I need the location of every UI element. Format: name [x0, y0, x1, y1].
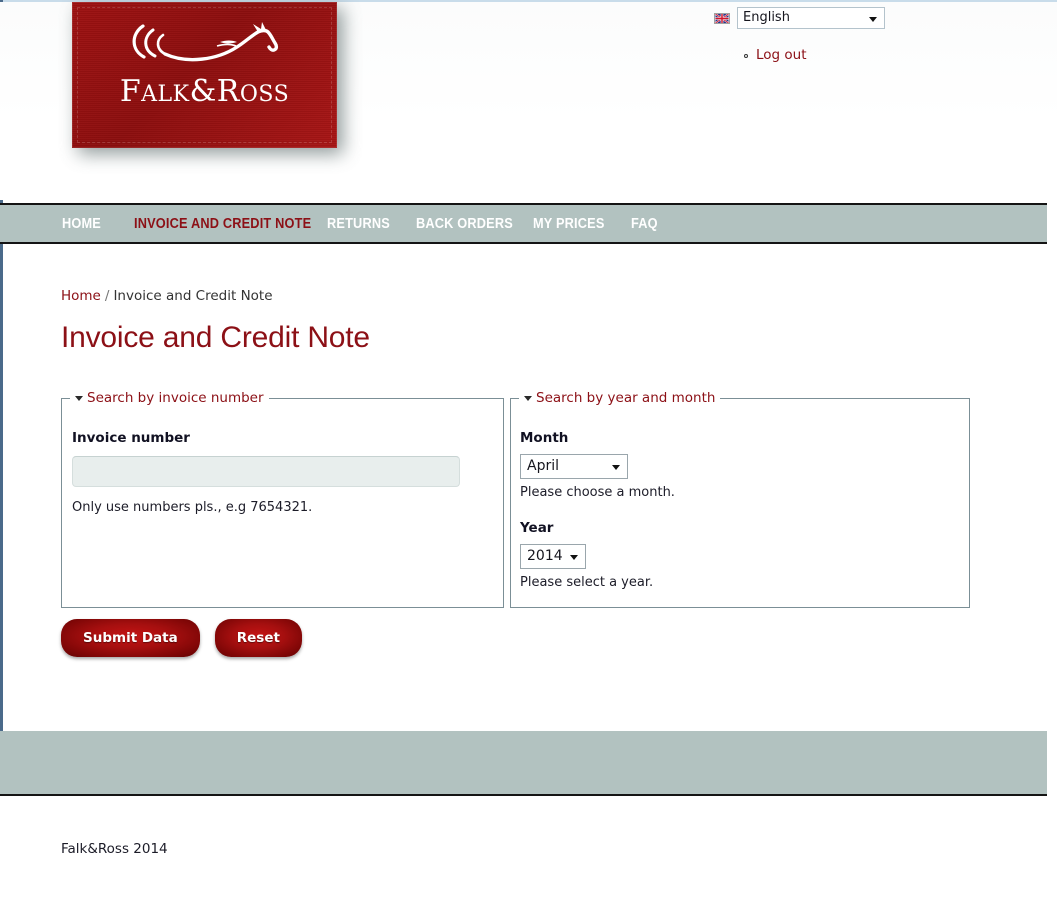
year-label: Year: [520, 520, 554, 536]
date-search-legend-label: Search by year and month: [536, 390, 716, 406]
main-content: Home / Invoice and Credit Note Invoice and…: [4, 246, 1057, 730]
page-root: FALK&ROSS English Log out HOME INVOICE A…: [0, 0, 1057, 917]
collapse-toggle-icon[interactable]: [75, 395, 83, 401]
month-label: Month: [520, 430, 569, 446]
collapse-toggle-icon[interactable]: [524, 395, 532, 401]
submit-data-button[interactable]: Submit Data: [61, 619, 200, 657]
year-month-search-panel: Search by year and month Month April Ple…: [510, 390, 970, 608]
month-select-value: April: [527, 458, 559, 474]
year-select[interactable]: 2014: [520, 544, 586, 569]
site-header: FALK&ROSS English Log out: [0, 2, 1057, 200]
logo-wordmark: FALK&ROSS: [119, 74, 290, 109]
invoice-search-legend-label: Search by invoice number: [87, 390, 264, 406]
chevron-down-icon: [612, 465, 620, 470]
logo-plate: FALK&ROSS: [72, 2, 337, 148]
invoice-search-legend: Search by invoice number: [70, 390, 269, 406]
brand-logo[interactable]: FALK&ROSS: [72, 2, 343, 154]
footer-copyright: Falk&Ross 2014: [61, 841, 168, 857]
horse-icon: [132, 22, 278, 62]
main-navigation: HOME INVOICE AND CREDIT NOTE RETURNS BACK O…: [0, 203, 1047, 244]
logout-link[interactable]: Log out: [756, 47, 807, 63]
page-background-gradient: [0, 798, 1057, 917]
chevron-down-icon: [569, 555, 578, 560]
nav-item-returns[interactable]: RETURNS: [327, 216, 390, 232]
invoice-number-hint: Only use numbers pls., e.g 7654321.: [72, 500, 313, 515]
invoice-number-label: Invoice number: [72, 430, 190, 446]
list-item: Log out: [744, 47, 807, 63]
uk-flag-icon: [714, 12, 730, 24]
language-select[interactable]: English: [737, 7, 885, 29]
breadcrumb-home-link[interactable]: Home: [61, 288, 101, 304]
language-select-value: English: [743, 10, 790, 25]
nav-item-invoice-and-credit-note[interactable]: INVOICE AND CREDIT NOTE: [134, 216, 311, 232]
page-title: Invoice and Credit Note: [61, 321, 370, 354]
year-select-value: 2014: [527, 548, 563, 564]
nav-item-back-orders[interactable]: BACK ORDERS: [416, 216, 513, 232]
breadcrumb: Home / Invoice and Credit Note: [61, 288, 273, 304]
reset-button[interactable]: Reset: [214, 619, 302, 657]
nav-item-home[interactable]: HOME: [62, 216, 101, 232]
date-search-legend: Search by year and month: [519, 390, 720, 406]
invoice-number-input[interactable]: [72, 456, 460, 487]
nav-item-my-prices[interactable]: MY PRICES: [533, 216, 605, 232]
breadcrumb-separator: /: [104, 288, 110, 304]
month-select[interactable]: April: [520, 454, 628, 479]
breadcrumb-current: Invoice and Credit Note: [113, 288, 273, 304]
year-hint: Please select a year.: [520, 575, 654, 590]
form-actions: Submit Data Reset: [61, 619, 302, 657]
chevron-down-icon: [869, 17, 877, 22]
language-switcher[interactable]: English: [714, 7, 885, 29]
invoice-number-search-panel: Search by invoice number Invoice number …: [61, 390, 504, 608]
account-menu: Log out: [742, 47, 807, 63]
footer-band: [0, 731, 1047, 796]
month-hint: Please choose a month.: [520, 485, 675, 500]
nav-item-faq[interactable]: FAQ: [631, 216, 658, 232]
